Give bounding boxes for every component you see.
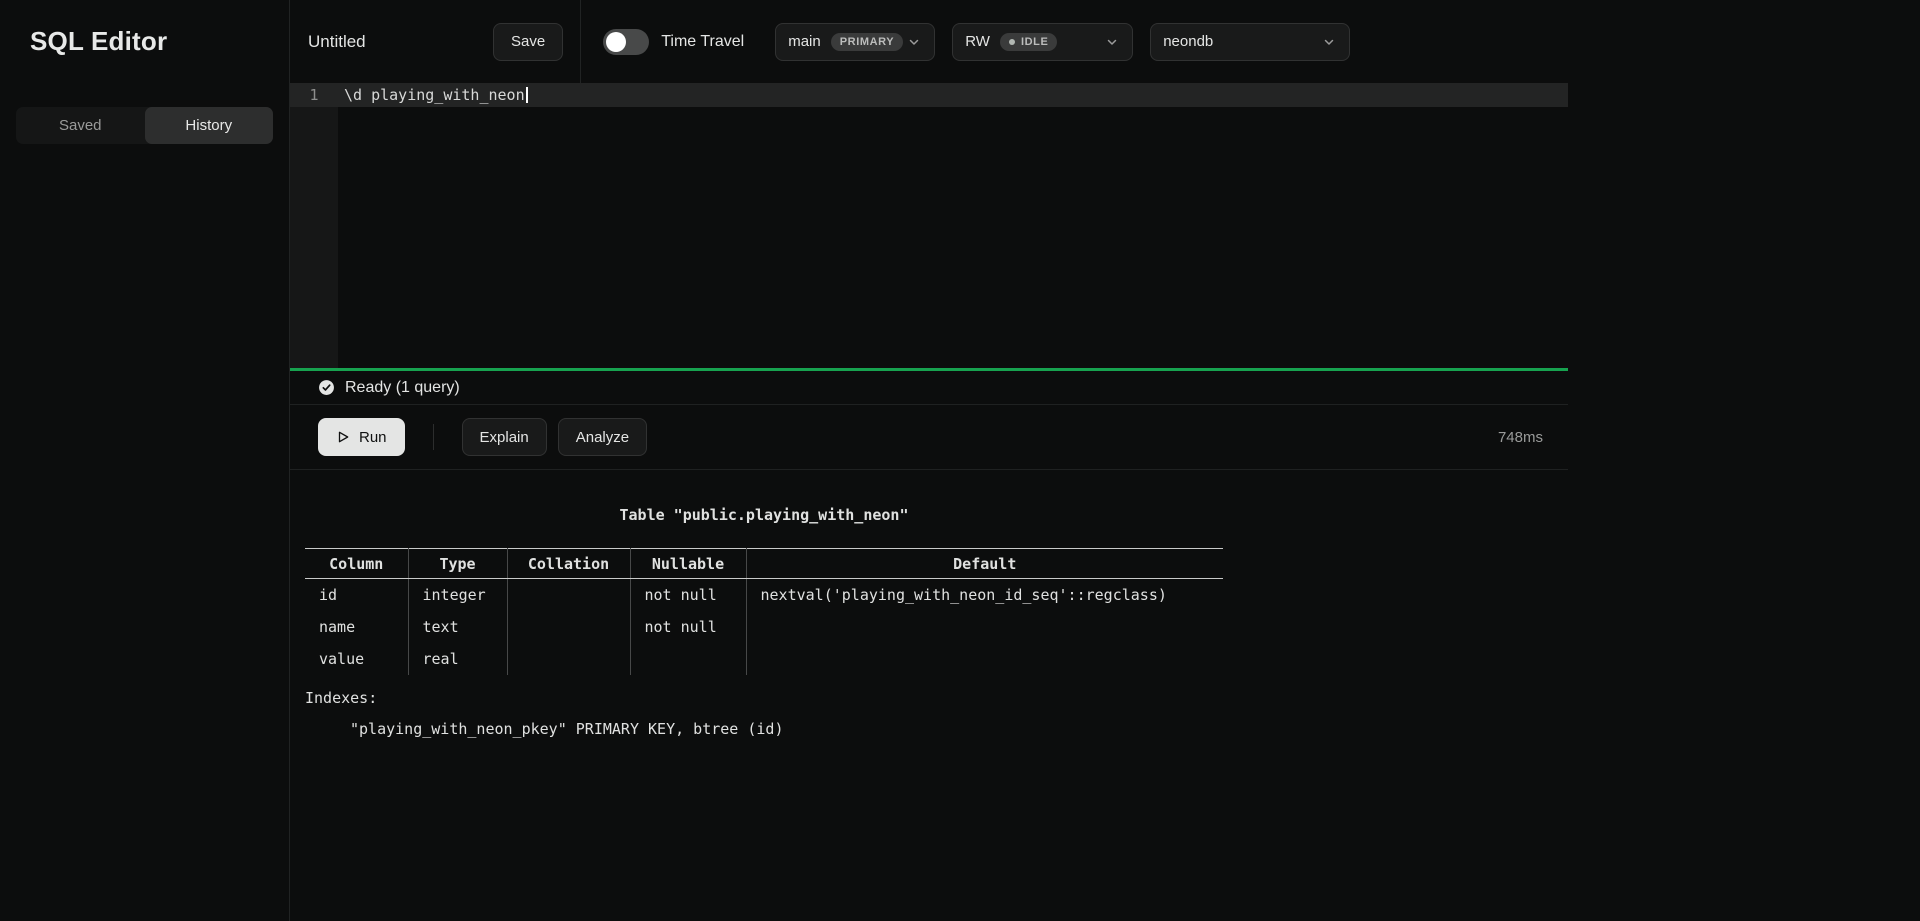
sidebar: SQL Editor Saved History (0, 0, 290, 921)
column-header: Nullable (630, 549, 746, 579)
code-text: \d playing_with_neon (344, 86, 525, 104)
results-table-title: Table "public.playing_with_neon" (305, 506, 1223, 524)
table-row: name text not null (305, 611, 1223, 643)
table-cell: integer (408, 579, 507, 611)
results-table: Column Type Collation Nullable Default i… (305, 548, 1223, 675)
toggle-knob-icon (606, 32, 626, 52)
table-row: id integer not null nextval('playing_wit… (305, 579, 1223, 611)
table-cell (507, 611, 630, 643)
table-cell: real (408, 643, 507, 675)
table-cell: name (305, 611, 408, 643)
tab-saved[interactable]: Saved (16, 107, 145, 144)
toolbar-divider (433, 424, 434, 450)
table-cell (507, 643, 630, 675)
compute-name: RW (965, 33, 990, 50)
table-cell: text (408, 611, 507, 643)
table-header-row: Column Type Collation Nullable Default (305, 549, 1223, 579)
query-duration: 748ms (1498, 429, 1543, 446)
sidebar-tabs: Saved History (16, 107, 273, 144)
main-pane: Untitled Save Time Travel main PRIMARY R… (290, 0, 1920, 921)
column-header: Column (305, 549, 408, 579)
column-header: Collation (507, 549, 630, 579)
play-icon (336, 430, 350, 444)
chevron-down-icon (1321, 34, 1337, 50)
query-title: Untitled (308, 32, 493, 52)
topbar-divider (580, 0, 581, 83)
indexes-label: Indexes: (305, 689, 1568, 707)
code-line: \d playing_with_neon (344, 83, 528, 107)
explain-button[interactable]: Explain (462, 418, 547, 456)
branch-select[interactable]: main PRIMARY (775, 23, 935, 61)
table-cell: nextval('playing_with_neon_id_seq'::regc… (746, 579, 1223, 611)
query-toolbar: Run Explain Analyze 748ms (290, 405, 1568, 470)
run-button[interactable]: Run (318, 418, 405, 456)
idle-badge-label: IDLE (1021, 36, 1048, 48)
chevron-down-icon (906, 34, 922, 50)
table-row: value real (305, 643, 1223, 675)
idle-badge: IDLE (1000, 33, 1057, 51)
tab-history[interactable]: History (145, 107, 274, 144)
column-header: Type (408, 549, 507, 579)
save-button[interactable]: Save (493, 23, 563, 61)
ready-status-text: Ready (1 query) (345, 379, 460, 397)
branch-name: main (788, 33, 821, 50)
page-title: SQL Editor (0, 0, 289, 57)
line-number: 1 (290, 83, 338, 107)
check-circle-icon (318, 379, 335, 396)
topbar: Untitled Save Time Travel main PRIMARY R… (290, 0, 1920, 83)
table-cell: not null (630, 579, 746, 611)
code-editor[interactable]: 1 \d playing_with_neon (290, 83, 1568, 368)
sql-editor-app: SQL Editor Saved History Untitled Save T… (0, 0, 1920, 921)
idle-status-dot-icon (1009, 39, 1015, 45)
run-button-label: Run (359, 429, 387, 446)
table-cell: id (305, 579, 408, 611)
status-bar: Ready (1 query) (290, 371, 1568, 405)
index-entry: "playing_with_neon_pkey" PRIMARY KEY, bt… (305, 720, 1568, 738)
analyze-button[interactable]: Analyze (558, 418, 647, 456)
primary-badge: PRIMARY (831, 33, 904, 51)
database-name: neondb (1163, 33, 1213, 50)
compute-select[interactable]: RW IDLE (952, 23, 1133, 61)
table-cell (746, 611, 1223, 643)
text-cursor (526, 87, 528, 103)
chevron-down-icon (1104, 34, 1120, 50)
table-cell (507, 579, 630, 611)
editor-gutter (290, 83, 338, 368)
table-cell (630, 643, 746, 675)
table-cell: value (305, 643, 408, 675)
table-cell: not null (630, 611, 746, 643)
table-cell (746, 643, 1223, 675)
results-pane: Table "public.playing_with_neon" Column … (290, 470, 1568, 921)
time-travel-toggle[interactable] (603, 29, 649, 55)
time-travel-label: Time Travel (661, 33, 761, 51)
database-select[interactable]: neondb (1150, 23, 1350, 61)
column-header: Default (746, 549, 1223, 579)
